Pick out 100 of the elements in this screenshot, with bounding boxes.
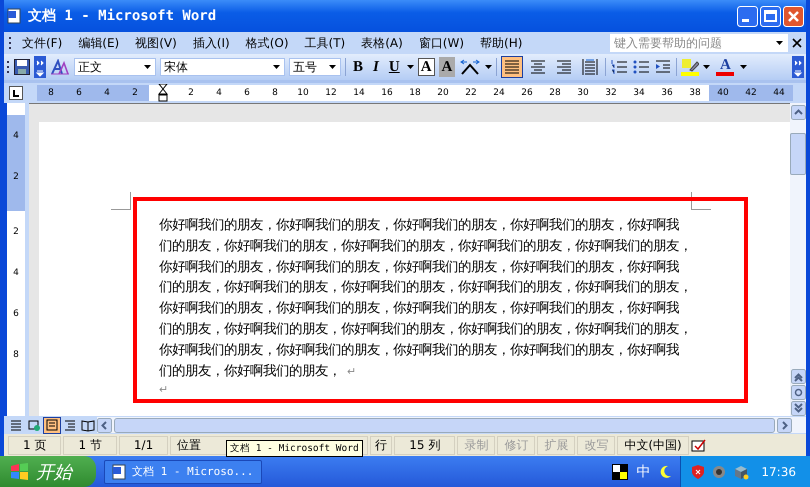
underline-button[interactable]: U xyxy=(386,57,403,77)
box-icon[interactable] xyxy=(733,464,750,480)
highlighter-icon[interactable] xyxy=(681,58,700,76)
toolbar-options-icon[interactable] xyxy=(792,56,804,78)
dropdown-arrow-icon xyxy=(144,65,152,69)
vertical-scrollbar[interactable] xyxy=(790,103,806,416)
close-button[interactable] xyxy=(783,6,804,26)
text-line: 们的朋友，你好啊我们的朋友，你好啊我们的朋友，你好啊我们的朋友，你好啊我们的朋友， xyxy=(159,320,693,339)
speaker-icon[interactable] xyxy=(711,464,728,480)
indent-marker-icon[interactable] xyxy=(158,84,168,102)
align-justify-button[interactable] xyxy=(501,56,524,78)
status-text: 扩展 xyxy=(537,436,576,454)
status-text: 录制 xyxy=(457,436,496,454)
grip-icon xyxy=(8,36,12,50)
menu-item[interactable]: 表格(A) xyxy=(355,32,409,54)
status-text: 1 页 xyxy=(8,436,62,454)
moon-icon[interactable] xyxy=(658,464,672,478)
tooltip: 文档 1 - Microsoft Word xyxy=(226,440,363,457)
ruler-number: 44 xyxy=(765,85,793,101)
dropdown-arrow-icon[interactable] xyxy=(740,65,748,69)
ruler-number: 4 xyxy=(7,115,25,156)
print-view-icon xyxy=(44,417,60,433)
text-line: 你好啊我们的朋友，你好啊我们的朋友，你好啊我们的朋友，你好啊我们的朋友，你好啊我 xyxy=(159,342,680,360)
tab-stop-selector-icon[interactable] xyxy=(9,86,23,100)
document-icon xyxy=(111,464,127,480)
font-size-dropdown[interactable]: 五号 xyxy=(289,58,341,76)
ruler-number: 36 xyxy=(660,87,674,100)
status-text: 修订 xyxy=(497,436,536,454)
help-search-field[interactable]: 键入需要帮助的问题 xyxy=(610,34,788,52)
margin-corner-mark xyxy=(111,192,131,210)
ruler-number: 6 xyxy=(65,85,93,101)
menu-item[interactable]: 视图(V) xyxy=(129,32,183,54)
status-text: 1/1 xyxy=(118,436,168,454)
toolbar-options-icon[interactable] xyxy=(34,56,46,78)
bulleted-list-icon[interactable] xyxy=(632,58,650,76)
ruler-number: 42 xyxy=(737,85,765,101)
menu-item[interactable]: 文件(F) xyxy=(16,32,68,54)
ruler-number: 30 xyxy=(576,87,590,100)
shield-icon[interactable] xyxy=(691,464,706,480)
ruler-number: 34 xyxy=(632,87,646,100)
ruler-number: 8 xyxy=(12,348,20,362)
ruler-number: 32 xyxy=(604,87,618,100)
text-line: 你好啊我们的朋友，你好啊我们的朋友，你好啊我们的朋友，你好啊我们的朋友，你好啊我 xyxy=(159,300,680,318)
print-view-button[interactable] xyxy=(43,416,61,434)
ruler-number: 4 xyxy=(12,266,20,280)
vertical-ruler[interactable]: 4 2 2 4 6 8 xyxy=(7,103,29,416)
italic-button[interactable]: I xyxy=(370,57,382,77)
input-method-icon[interactable] xyxy=(612,464,628,480)
dropdown-arrow-icon xyxy=(776,41,784,45)
menu-item[interactable]: 帮助(H) xyxy=(474,32,528,54)
ruler-number: 4 xyxy=(93,85,121,101)
numbered-list-icon[interactable] xyxy=(610,58,628,76)
minimize-button[interactable] xyxy=(737,6,758,26)
text-line: 们的朋友，你好啊我们的朋友，你好啊我们的朋友，你好啊我们的朋友，你好啊我们的朋友， xyxy=(159,238,693,256)
start-button[interactable]: 开始 xyxy=(0,456,96,487)
browse-object-button[interactable] xyxy=(790,385,806,400)
menu-item[interactable]: 工具(T) xyxy=(298,32,352,54)
status-text: 改写 xyxy=(577,436,616,454)
clock: 17:36 xyxy=(761,464,796,478)
document-icon xyxy=(6,8,22,24)
dropdown-arrow-icon[interactable] xyxy=(703,65,710,69)
menu-item[interactable]: 窗口(W) xyxy=(412,32,470,54)
menu-item[interactable]: 格式(O) xyxy=(240,32,295,54)
scroll-up-button[interactable] xyxy=(790,105,806,120)
character-shading-button[interactable]: A xyxy=(438,57,456,77)
status-text: 15 列 xyxy=(394,436,456,454)
scroll-right-button[interactable] xyxy=(777,418,792,432)
ruler-number: 26 xyxy=(520,87,534,100)
ruler-number: 16 xyxy=(380,87,394,100)
status-text: 1 节 xyxy=(63,436,117,454)
window-title: 文档 1 - Microsoft Word xyxy=(28,7,218,25)
grip-icon xyxy=(6,60,10,74)
ruler-number: 10 xyxy=(296,87,310,100)
character-scaling-icon[interactable] xyxy=(459,59,482,75)
menu-item[interactable]: 插入(I) xyxy=(186,32,236,54)
dropdown-arrow-icon[interactable] xyxy=(406,65,414,69)
font-color-button[interactable]: A xyxy=(714,58,736,76)
font-dropdown[interactable]: 宋体 xyxy=(160,58,285,76)
dropdown-arrow-icon[interactable] xyxy=(485,65,492,69)
close-icon[interactable] xyxy=(792,38,802,48)
ruler-number: 2 xyxy=(187,87,195,100)
bold-button[interactable]: B xyxy=(350,57,366,77)
previous-page-button[interactable] xyxy=(790,369,806,384)
ruler-number: 8 xyxy=(271,87,279,100)
spelling-check-icon xyxy=(690,438,707,452)
style-dropdown[interactable]: 正文 xyxy=(74,58,156,76)
scrollbar-thumb[interactable] xyxy=(790,133,806,175)
ruler-number: 38 xyxy=(688,87,702,100)
horizontal-ruler[interactable]: 8 6 4 2 2 4 6 8 10 12 14 16 18 20 22 24 26 28 30 32 34 36 38 40 42 44 xyxy=(37,85,793,101)
scroll-left-button[interactable] xyxy=(97,418,112,432)
ruler-number: 2 xyxy=(7,156,25,197)
paragraph-mark: ↵ xyxy=(347,364,356,378)
styles-icon xyxy=(50,59,70,75)
input-mode-text[interactable]: 中 xyxy=(636,462,650,480)
maximize-button[interactable] xyxy=(760,6,781,26)
taskbar-button[interactable]: 文档 1 - Microso... xyxy=(104,460,262,484)
next-page-button[interactable] xyxy=(790,401,806,416)
ruler-number: 6 xyxy=(12,308,20,320)
character-border-button[interactable]: A xyxy=(418,58,435,76)
menu-item[interactable]: 编辑(E) xyxy=(72,32,126,54)
